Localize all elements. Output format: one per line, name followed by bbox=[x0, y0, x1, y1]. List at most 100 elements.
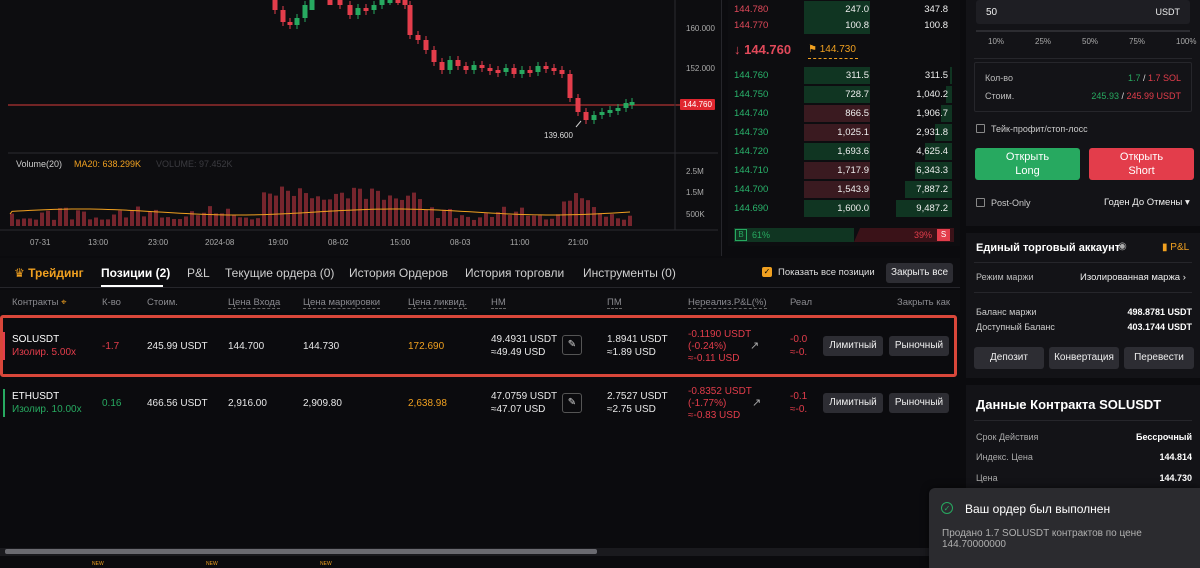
amount-input[interactable]: 50 USDT bbox=[976, 0, 1190, 24]
convert-button[interactable]: Конвертация bbox=[1049, 347, 1119, 369]
tab-pnl[interactable]: P&L bbox=[187, 266, 210, 280]
tab-order-history[interactable]: История Ордеров bbox=[349, 266, 448, 280]
bid-row[interactable]: 144.740 866.5 1,906.7 bbox=[728, 104, 960, 123]
candle bbox=[471, 65, 477, 70]
percent-tick[interactable]: 10% bbox=[988, 37, 1004, 46]
bid-row[interactable]: 144.720 1,693.6 4,625.4 bbox=[728, 142, 960, 161]
volume-bar bbox=[508, 214, 512, 226]
bid-row[interactable]: 144.710 1,717.9 6,343.3 bbox=[728, 161, 960, 180]
tab-tools[interactable]: Инструменты (0) bbox=[583, 266, 676, 280]
tab-positions[interactable]: Позиции (2) bbox=[101, 266, 170, 280]
tif-select[interactable]: Годен До Отмены ▾ bbox=[1104, 197, 1190, 208]
volume-bar bbox=[10, 213, 14, 226]
close-all-button[interactable]: Закрыть все bbox=[886, 263, 953, 283]
bid-row[interactable]: 144.730 1,025.1 2,931.8 bbox=[728, 123, 960, 142]
realized-usdt: -0.1 bbox=[790, 391, 808, 402]
volume-bar bbox=[106, 219, 110, 226]
new-badge: NEW bbox=[92, 561, 104, 567]
volume-bar bbox=[40, 212, 44, 226]
volume-bar bbox=[94, 217, 98, 226]
volume-bar bbox=[502, 206, 506, 226]
last-price-tag: 144.760 bbox=[680, 99, 715, 110]
volume-bar bbox=[232, 215, 236, 226]
transfer-button[interactable]: Перевести bbox=[1124, 347, 1194, 369]
share-icon[interactable]: ↗ bbox=[752, 396, 761, 409]
volume-bar bbox=[496, 212, 500, 226]
bid-price: 144.700 bbox=[734, 184, 769, 195]
volume-bar bbox=[316, 196, 320, 226]
section-gap bbox=[966, 226, 1200, 233]
volume-bar bbox=[178, 219, 182, 226]
post-only-checkbox[interactable] bbox=[976, 198, 985, 207]
ask-total: 100.8 bbox=[924, 20, 948, 31]
bid-row[interactable]: 144.760 311.5 311.5 bbox=[728, 66, 960, 85]
check-circle-icon: ✓ bbox=[941, 502, 953, 514]
qty-values: 1.7 / 1.7 SOL bbox=[1127, 73, 1181, 83]
volume-bar bbox=[160, 217, 164, 226]
tpsl-checkbox[interactable] bbox=[976, 124, 985, 133]
volume-bar bbox=[328, 199, 332, 226]
close-limit-button[interactable]: Лимитный bbox=[823, 393, 883, 413]
highlight-box bbox=[0, 315, 957, 377]
bid-row[interactable]: 144.690 1,600.0 9,487.2 bbox=[728, 199, 960, 218]
candle bbox=[455, 60, 461, 66]
bid-row[interactable]: 144.750 728.7 1,040.2 bbox=[728, 85, 960, 104]
volume-bar bbox=[70, 219, 74, 226]
volume-bar bbox=[394, 198, 398, 226]
margin-mode-select[interactable]: Изолированная маржа › bbox=[1080, 272, 1186, 283]
candle bbox=[327, 0, 333, 5]
price-chart[interactable]: 160.000 152.000 144.760 139.600 Volume(2… bbox=[0, 0, 722, 256]
volume-bar bbox=[538, 215, 542, 226]
bid-row[interactable]: 144.700 1,543.9 7,887.2 bbox=[728, 180, 960, 199]
toast-body-line1: Продано 1.7 SOLUSDT контрактов по цене bbox=[942, 528, 1142, 539]
trading-tab[interactable]: ♛ Трейдинг bbox=[14, 266, 84, 280]
volume-bar bbox=[130, 210, 134, 226]
mark-price-value: 144.730 bbox=[819, 44, 856, 55]
candle bbox=[615, 108, 621, 111]
bid-price: 144.740 bbox=[734, 108, 769, 119]
section-gap bbox=[966, 378, 1200, 385]
percent-slider[interactable] bbox=[976, 30, 1190, 32]
tab-open-orders[interactable]: Текущие ордера (0) bbox=[225, 266, 334, 280]
eye-icon[interactable]: ◉ bbox=[1118, 241, 1127, 252]
volume-bar bbox=[238, 217, 242, 226]
symbol[interactable]: ETHUSDT bbox=[12, 391, 59, 402]
candle bbox=[439, 62, 445, 70]
candle bbox=[527, 70, 533, 73]
show-all-checkbox[interactable]: ✓ bbox=[762, 267, 772, 277]
tab-trade-history[interactable]: История торговли bbox=[465, 266, 564, 280]
notification-toast[interactable]: ✓ Ваш ордер был выполнен Продано 1.7 SOL… bbox=[929, 488, 1200, 568]
bid-price: 144.720 bbox=[734, 146, 769, 157]
percent-scale: 10% 25% 50% 75% 100% bbox=[976, 37, 1196, 49]
open-long-button[interactable]: Открыть Long bbox=[975, 148, 1080, 180]
volume-bar bbox=[550, 218, 554, 226]
volume-bar bbox=[142, 216, 146, 226]
col-close: Закрыть как bbox=[897, 297, 951, 308]
scrollbar-thumb[interactable] bbox=[5, 549, 597, 554]
margin-mode-value: Изолированная маржа bbox=[1080, 272, 1181, 283]
candle bbox=[567, 74, 573, 98]
bid-qty: 1,543.9 bbox=[837, 184, 869, 195]
margin-mode-label: Режим маржи bbox=[976, 272, 1034, 282]
deposit-button[interactable]: Депозит bbox=[974, 347, 1044, 369]
ask-row[interactable]: 144.770 100.8 100.8 bbox=[728, 16, 960, 35]
close-market-button[interactable]: Рыночный bbox=[889, 393, 949, 413]
percent-tick[interactable]: 100% bbox=[1176, 37, 1196, 46]
edit-margin-icon[interactable]: ✎ bbox=[562, 393, 582, 413]
chevron-down-icon: ▾ bbox=[1185, 197, 1190, 208]
percent-tick[interactable]: 75% bbox=[1129, 37, 1145, 46]
h-scrollbar[interactable] bbox=[0, 548, 929, 556]
mark-price: 2,909.80 bbox=[303, 398, 342, 409]
volume-bar bbox=[376, 190, 380, 226]
percent-tick[interactable]: 25% bbox=[1035, 37, 1051, 46]
open-short-button[interactable]: Открыть Short bbox=[1089, 148, 1194, 180]
mid-price[interactable]: ↓ 144.760 bbox=[734, 42, 791, 57]
percent-tick[interactable]: 50% bbox=[1082, 37, 1098, 46]
volume-bar bbox=[352, 187, 356, 226]
candle bbox=[415, 35, 421, 40]
pnl-link[interactable]: ▮ P&L bbox=[1162, 242, 1189, 253]
x-tick-label: 08-03 bbox=[450, 238, 471, 247]
post-only-label: Post-Only bbox=[991, 198, 1031, 208]
candle bbox=[535, 66, 541, 72]
chart-bars-icon: ▮ bbox=[1162, 242, 1168, 253]
